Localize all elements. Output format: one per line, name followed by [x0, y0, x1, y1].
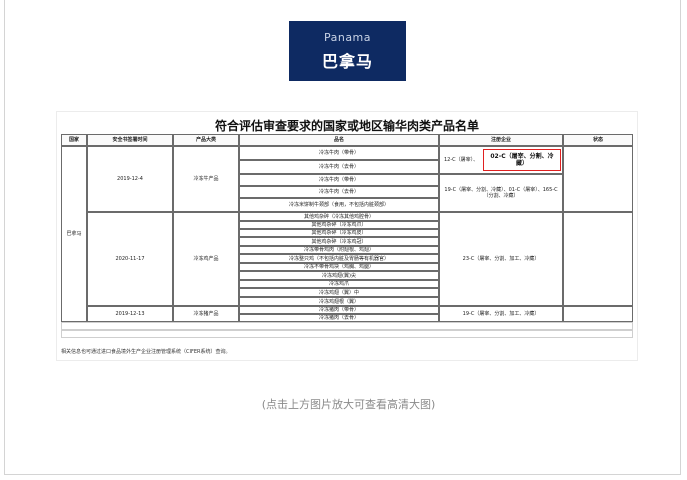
header-enterprise: 注册企业	[439, 134, 563, 146]
product-cell: 其他鸡杂碎（冷冻鸡冠）	[239, 237, 439, 246]
product-cell: 冷冻鸡爪	[239, 280, 439, 288]
product-cell: 冷冻牛肉（去骨）	[239, 186, 439, 198]
product-cell: 其他鸡杂碎（冷冻其他鸡腔骨）	[239, 212, 439, 221]
enterprise-text: 12-C（屠宰）、	[444, 157, 479, 163]
status-cell	[563, 306, 633, 322]
header-status: 状态	[563, 134, 633, 146]
date-cell: 2019-12-13	[87, 306, 173, 322]
enterprise-cell: 19-C（屠宰、分割、加工、冷藏）	[439, 306, 563, 322]
status-cell	[563, 146, 633, 212]
highlighted-enterprise: 02-C（屠宰、分割、冷藏）	[483, 149, 561, 171]
product-cell: 冷冻猪肉（带骨）	[239, 306, 439, 314]
header-date: 安全书签署时间	[87, 134, 173, 146]
document-title: 符合评估审查要求的国家或地区输华肉类产品名单	[214, 119, 479, 133]
header-country: 国家	[61, 134, 87, 146]
enterprise-cell: 19-C（屠宰、分割、冷藏）、01-C（屠宰）、165-C（分割、冷藏）	[439, 174, 563, 212]
category-cell: 冷冻牛产品	[173, 146, 239, 212]
date-cell: 2019-12-4	[87, 146, 173, 212]
enterprise-cell: 23-C（屠宰、分割、加工、冷藏）	[439, 212, 563, 306]
product-cell: 冷冻鸡翅(翼)尖	[239, 271, 439, 280]
category-cell: 冷冻鸡产品	[173, 212, 239, 306]
product-cell: 其他鸡杂碎（冷冻鸡皮）	[239, 229, 439, 237]
product-table: 国家 安全书签署时间 产品大类 品名 注册企业 状态 巴拿马 2019-12-4…	[61, 134, 633, 344]
product-cell: 其他鸡杂碎（冷冻鸡爪）	[239, 221, 439, 229]
product-cell: 冷冻牛肉（去骨）	[239, 160, 439, 174]
product-cell: 冷冻牛肉（带骨）	[239, 174, 439, 186]
product-cell: 冷冻不带骨鸡块（鸡胸、鸡腿）	[239, 263, 439, 271]
product-cell: 冷冻带骨鸡肉（附翅根、鸡翅）	[239, 246, 439, 254]
country-name-en: Panama	[323, 31, 372, 44]
product-cell: 冷冻鸡翅（翼）中	[239, 288, 439, 297]
status-cell	[563, 212, 633, 306]
document-footnote: 相关信息也可通过进口食品境外生产企业注册管理系统（CIFER系统）查询。	[61, 349, 231, 355]
product-cell: 冷冻整只鸡（不包括内脏及胃肠等有机器官）	[239, 254, 439, 263]
product-cell: 冷冻牛肉（带骨）	[239, 146, 439, 160]
product-cell: 冷冻鸡翅根（翼）	[239, 297, 439, 306]
country-cell: 巴拿马	[61, 146, 87, 322]
product-list-image[interactable]: 符合评估审查要求的国家或地区输华肉类产品名单 国家 安全书签署时间 产品大类 品…	[56, 111, 638, 361]
product-cell: 冷冻米饼制牛颈部（食用，不包括内脏颈部）	[239, 198, 439, 212]
image-caption: (点击上方图片放大可查看高清大图)	[261, 398, 436, 411]
header-category: 产品大类	[173, 134, 239, 146]
empty-row	[61, 330, 633, 338]
header-product: 品名	[239, 134, 439, 146]
country-name-cn: 巴拿马	[321, 52, 373, 71]
product-cell: 冷冻猪肉（去骨）	[239, 314, 439, 322]
category-cell: 冷冻猪产品	[173, 306, 239, 322]
article-frame: Panama 巴拿马 符合评估审查要求的国家或地区输华肉类产品名单 国家 安全书…	[4, 0, 681, 475]
empty-row	[61, 322, 633, 330]
date-cell: 2020-11-17	[87, 212, 173, 306]
country-badge: Panama 巴拿马	[289, 21, 406, 81]
